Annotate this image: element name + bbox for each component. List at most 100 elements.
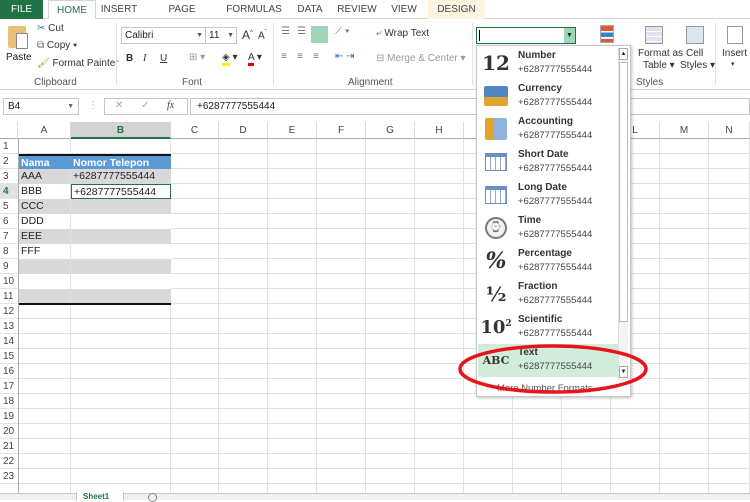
- column-header-e[interactable]: E: [268, 122, 317, 139]
- add-sheet-icon[interactable]: [148, 493, 157, 502]
- insert-cells-button[interactable]: Insert ▾: [720, 24, 750, 76]
- font-name-select[interactable]: Calibri ▼: [121, 27, 206, 44]
- font-size-select[interactable]: 11 ▼: [205, 27, 237, 44]
- underline-button[interactable]: U: [160, 53, 167, 64]
- column-header-n[interactable]: N: [709, 122, 750, 139]
- row-header-17[interactable]: 17: [0, 379, 18, 394]
- cut-button[interactable]: ✂ Cut: [37, 23, 64, 34]
- italic-button[interactable]: I: [143, 53, 146, 64]
- row-header-19[interactable]: 19: [0, 409, 18, 424]
- tab-design[interactable]: DESIGN: [428, 0, 485, 19]
- row-header-7[interactable]: 7: [0, 229, 18, 244]
- row-header-4[interactable]: 4: [0, 184, 18, 199]
- row-header-18[interactable]: 18: [0, 394, 18, 409]
- align-bottom-button[interactable]: [311, 26, 328, 43]
- paste-button[interactable]: Paste: [5, 23, 33, 73]
- column-header-m[interactable]: M: [660, 122, 709, 139]
- row-header-13[interactable]: 13: [0, 319, 18, 334]
- orientation-button[interactable]: ⟋ ▾: [335, 26, 350, 37]
- table-cell-telepon[interactable]: [71, 229, 171, 244]
- scroll-up-icon[interactable]: ▲: [619, 48, 628, 60]
- bold-button[interactable]: B: [126, 53, 133, 64]
- format-option-time[interactable]: ⌚ Time +6287777555444: [478, 212, 618, 245]
- format-option-short-date[interactable]: Short Date +6287777555444: [478, 146, 618, 179]
- table-cell-telepon[interactable]: +6287777555444: [71, 169, 171, 184]
- scroll-thumb[interactable]: [619, 62, 628, 322]
- shrink-font-button[interactable]: Aˇ: [258, 30, 267, 41]
- row-header-21[interactable]: 21: [0, 439, 18, 454]
- align-top-button[interactable]: ☰: [281, 26, 290, 37]
- table-cell-nama[interactable]: AAA: [19, 169, 70, 184]
- row-header-20[interactable]: 20: [0, 424, 18, 439]
- grow-font-button[interactable]: A^: [242, 28, 253, 42]
- merge-center-button[interactable]: ⊟ Merge & Center ▾: [376, 53, 466, 64]
- format-option-accounting[interactable]: Accounting +6287777555444: [478, 113, 618, 146]
- name-box[interactable]: B4 ▼: [3, 98, 79, 115]
- format-option-scientific[interactable]: 102 Scientific +6287777555444: [478, 311, 618, 344]
- tab-page-layout[interactable]: PAGE LAYOUT: [148, 0, 216, 34]
- format-option-currency[interactable]: Currency +6287777555444: [478, 80, 618, 113]
- row-header-15[interactable]: 15: [0, 349, 18, 364]
- column-header-h[interactable]: H: [415, 122, 464, 139]
- table-cell-telepon[interactable]: [71, 214, 171, 229]
- format-option-long-date[interactable]: Long Date +6287777555444: [478, 179, 618, 212]
- format-painter-button[interactable]: 🖌 Format Painter: [37, 58, 119, 69]
- table-cell-nama[interactable]: BBB: [19, 184, 70, 199]
- table-cell-telepon[interactable]: [71, 289, 171, 304]
- copy-button[interactable]: ⧉ Copy ▾: [37, 40, 77, 51]
- row-header-2[interactable]: 2: [0, 154, 18, 169]
- table-cell-telepon[interactable]: [71, 274, 171, 289]
- row-header-12[interactable]: 12: [0, 304, 18, 319]
- tab-data[interactable]: DATA: [292, 0, 328, 19]
- indent-buttons[interactable]: ⇤ ⇥: [335, 51, 355, 62]
- enter-icon[interactable]: ✓: [141, 100, 149, 111]
- row-header-16[interactable]: 16: [0, 364, 18, 379]
- conditional-formatting-icon[interactable]: [600, 25, 614, 43]
- insert-function-icon[interactable]: fx: [167, 100, 174, 111]
- row-header-1[interactable]: 1: [0, 139, 18, 154]
- cancel-icon[interactable]: ✕: [115, 100, 123, 111]
- wrap-text-button[interactable]: ⤶ Wrap Text: [376, 28, 429, 39]
- table-cell-nama[interactable]: CCC: [19, 199, 70, 214]
- column-header-c[interactable]: C: [171, 122, 219, 139]
- row-header-10[interactable]: 10: [0, 274, 18, 289]
- select-all-corner[interactable]: [0, 122, 18, 139]
- row-header-8[interactable]: 8: [0, 244, 18, 259]
- tab-insert[interactable]: INSERT: [100, 0, 138, 19]
- format-option-percentage[interactable]: % Percentage +6287777555444: [478, 245, 618, 278]
- tab-view[interactable]: VIEW: [388, 0, 420, 19]
- table-cell-nama[interactable]: DDD: [19, 214, 70, 229]
- cell-styles-button[interactable]: Cell Styles ▾: [678, 24, 715, 76]
- row-header-22[interactable]: 22: [0, 454, 18, 469]
- table-cell-nama[interactable]: FFF: [19, 244, 70, 259]
- column-header-g[interactable]: G: [366, 122, 415, 139]
- fill-color-button[interactable]: ◈ ▾: [222, 52, 238, 66]
- chevron-down-icon[interactable]: ▼: [564, 28, 575, 43]
- align-middle-button[interactable]: ☰: [297, 26, 306, 37]
- table-cell-nama[interactable]: [19, 274, 70, 289]
- column-header-f[interactable]: F: [317, 122, 366, 139]
- table-cell-telepon[interactable]: [71, 244, 171, 259]
- table-cell-telepon[interactable]: +6287777555444: [71, 184, 171, 199]
- tab-file[interactable]: FILE: [0, 0, 43, 19]
- table-cell-telepon[interactable]: [71, 199, 171, 214]
- tab-review[interactable]: REVIEW: [336, 0, 378, 19]
- row-header-3[interactable]: 3: [0, 169, 18, 184]
- row-header-11[interactable]: 11: [0, 289, 18, 304]
- format-option-number[interactable]: 12 Number +6287777555444: [478, 47, 618, 80]
- borders-button[interactable]: ⊞ ▾: [189, 52, 205, 63]
- scrollbar[interactable]: ▲ ▼: [618, 48, 628, 380]
- font-color-button[interactable]: A ▾: [248, 52, 262, 66]
- align-right-button[interactable]: ≡: [313, 51, 319, 62]
- align-left-button[interactable]: ≡: [281, 51, 287, 62]
- column-header-a[interactable]: A: [18, 122, 71, 139]
- table-cell-nama[interactable]: EEE: [19, 229, 70, 244]
- row-header-6[interactable]: 6: [0, 214, 18, 229]
- table-cell-nama[interactable]: [19, 259, 70, 274]
- format-as-table-button[interactable]: Format as Table ▾: [635, 24, 683, 76]
- row-header-9[interactable]: 9: [0, 259, 18, 274]
- tab-formulas[interactable]: FORMULAS: [226, 0, 282, 19]
- row-header-23[interactable]: 23: [0, 469, 18, 484]
- table-cell-nama[interactable]: [19, 289, 70, 304]
- column-header-b[interactable]: B: [71, 122, 171, 139]
